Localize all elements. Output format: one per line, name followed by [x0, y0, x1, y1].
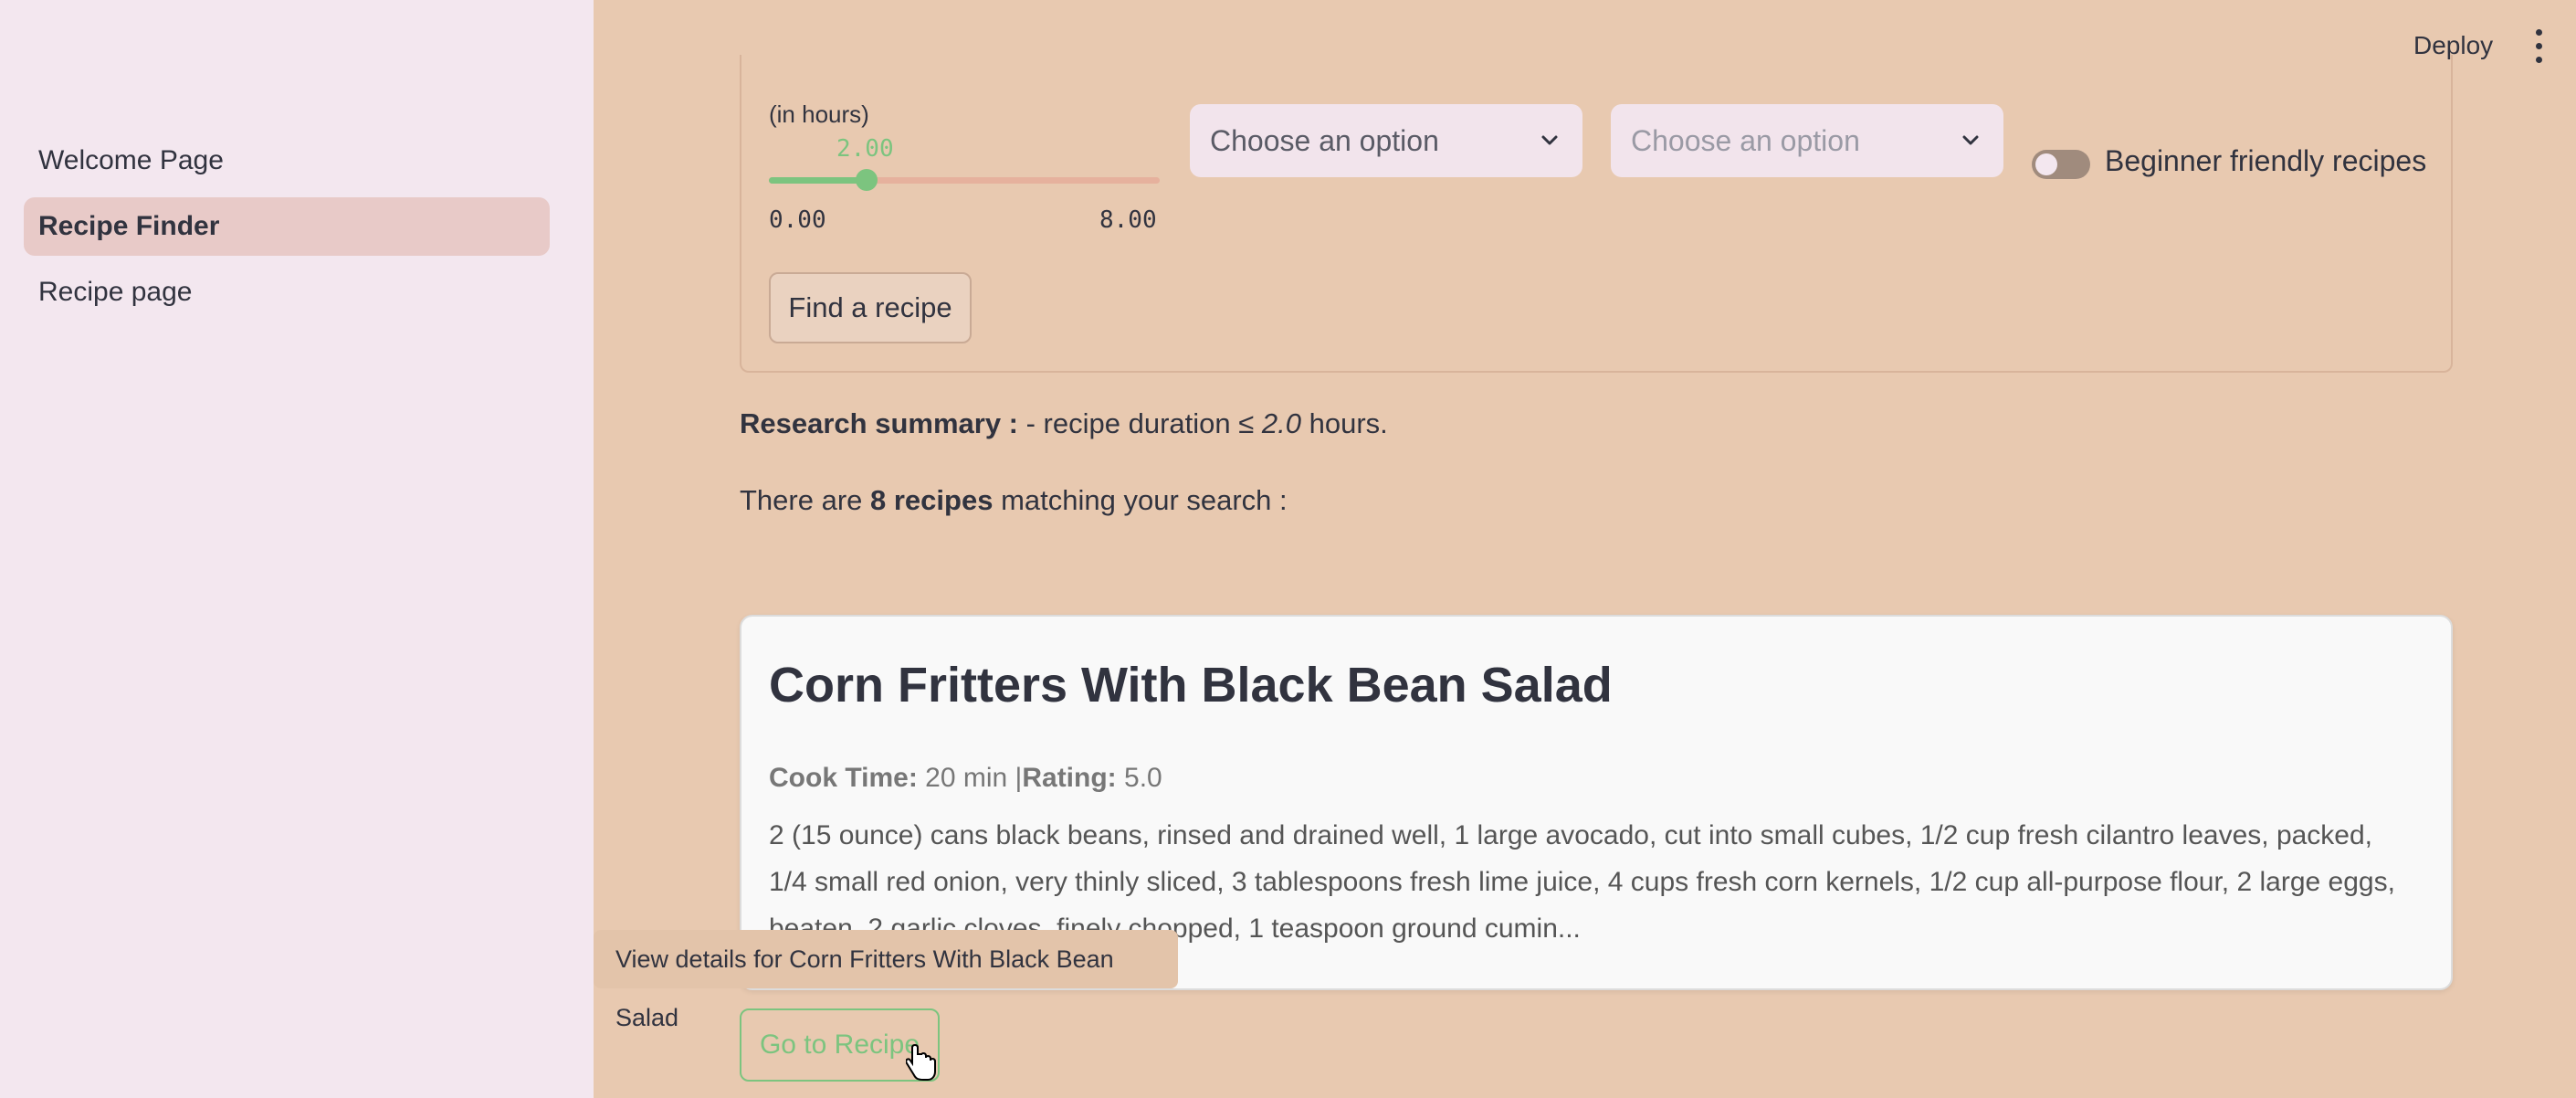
sidebar-item-recipe-page[interactable]: Recipe page: [24, 263, 550, 322]
slider-max: 8.00: [1099, 206, 1157, 234]
duration-label: (in hours): [769, 100, 869, 128]
more-vertical-icon[interactable]: [2529, 29, 2548, 66]
recipe-meta: Cook Time: 20 min |Rating: 5.0: [769, 763, 1162, 794]
slider-min: 0.00: [769, 206, 826, 234]
search-form: [740, 55, 2453, 373]
beginner-toggle[interactable]: [2032, 150, 2090, 179]
chevron-down-icon: [1962, 135, 1979, 145]
sidebar-item-welcome-page[interactable]: Welcome Page: [24, 132, 550, 190]
toggle-knob: [2035, 153, 2057, 175]
rating-value: 5.0: [1124, 763, 1162, 793]
rating-label: Rating:: [1022, 763, 1117, 793]
sidebar: Welcome Page Recipe Finder Recipe page: [0, 0, 594, 1098]
research-summary: Research summary : - recipe duration ≤ 2…: [740, 407, 1388, 440]
sidebar-item-recipe-finder[interactable]: Recipe Finder: [24, 197, 550, 256]
cook-time-value: 20 min: [925, 763, 1008, 793]
slider-thumb[interactable]: [856, 169, 878, 191]
toggle-label: Beginner friendly recipes: [2105, 144, 2427, 177]
tooltip: View details for Corn Fritters With Blac…: [594, 930, 1178, 1031]
hand-cursor-icon: [906, 1043, 936, 1081]
find-recipe-button[interactable]: Find a recipe: [769, 272, 972, 343]
recipe-title: Corn Fritters With Black Bean Salad: [769, 658, 1613, 713]
results-count: There are 8 recipes matching your search…: [740, 484, 1288, 517]
select-option-2[interactable]: Choose an option: [1611, 104, 2003, 177]
count-after: matching your search :: [993, 484, 1288, 516]
select-option-1[interactable]: Choose an option: [1190, 104, 1582, 177]
select-placeholder: Choose an option: [1210, 124, 1439, 157]
summary-text: - recipe duration ≤: [1018, 407, 1262, 439]
select-placeholder: Choose an option: [1631, 124, 1860, 157]
summary-value: 2.0: [1261, 407, 1301, 439]
summary-text-after: hours.: [1300, 407, 1388, 439]
sidebar-item-label: Welcome Page: [38, 145, 224, 175]
summary-label: Research summary :: [740, 407, 1018, 439]
chevron-down-icon: [1541, 135, 1558, 145]
count-before: There are: [740, 484, 871, 516]
sidebar-item-label: Recipe Finder: [38, 211, 220, 241]
count-bold: 8 recipes: [870, 484, 994, 516]
slider-value: 2.00: [836, 135, 894, 163]
sidebar-item-label: Recipe page: [38, 277, 193, 307]
cook-time-label: Cook Time:: [769, 763, 918, 793]
slider-fill: [769, 177, 867, 184]
